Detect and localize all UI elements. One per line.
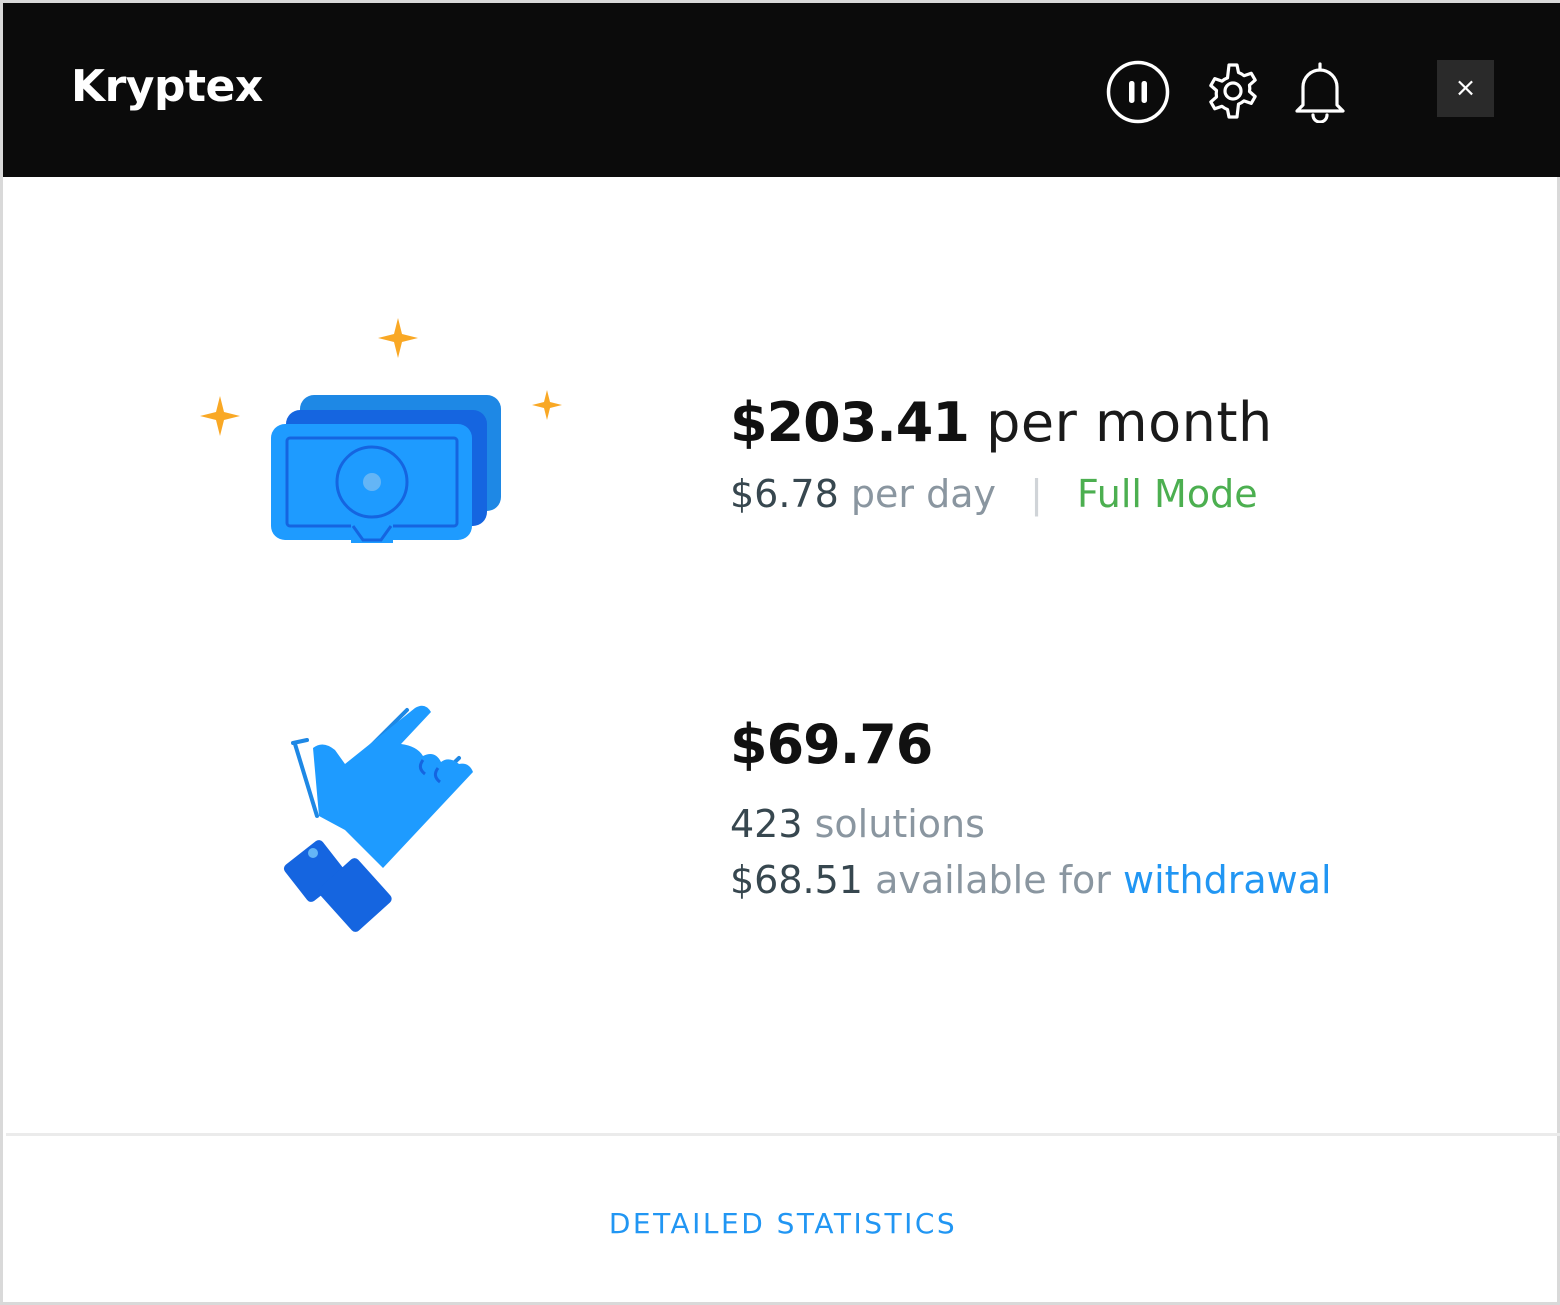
footer-divider	[6, 1133, 1560, 1136]
solutions-line: 423 solutions	[730, 802, 1332, 846]
daily-suffix: per day	[850, 472, 996, 516]
monthly-amount: $203.41	[730, 391, 970, 454]
title-bar: Kryptex ×	[3, 3, 1560, 177]
pause-circle-icon[interactable]	[1106, 60, 1170, 124]
withdrawal-link[interactable]: withdrawal	[1123, 858, 1332, 902]
hand-grab-icon	[283, 705, 473, 932]
available-label: available for	[875, 858, 1111, 902]
balance-summary: $69.76 423 solutions $68.51 available fo…	[730, 713, 1332, 902]
separator: |	[1030, 472, 1043, 516]
available-amount: $68.51	[730, 858, 863, 902]
money-stack-icon	[200, 318, 562, 543]
daily-amount: $6.78	[730, 472, 839, 516]
available-line: $68.51 available for withdrawal	[730, 858, 1332, 902]
solutions-label: solutions	[814, 802, 985, 846]
earnings-summary: $203.41 per month $6.78 per day | Full M…	[730, 391, 1273, 516]
mode-link[interactable]: Full Mode	[1077, 472, 1258, 516]
balance-amount-line: $69.76	[730, 713, 1332, 776]
solutions-count: 423	[730, 802, 803, 846]
daily-earnings: $6.78 per day | Full Mode	[730, 472, 1273, 516]
gear-icon[interactable]	[1203, 61, 1263, 121]
close-button[interactable]: ×	[1437, 60, 1494, 117]
detailed-statistics-link[interactable]: DETAILED STATISTICS	[3, 1207, 1560, 1240]
bell-icon[interactable]	[1291, 59, 1349, 123]
monthly-suffix: per month	[986, 391, 1273, 454]
monthly-earnings: $203.41 per month	[730, 391, 1273, 454]
balance-amount: $69.76	[730, 713, 933, 776]
app-window: Kryptex × $203.41 per month $6.78 per da…	[0, 0, 1560, 1305]
app-title: Kryptex	[71, 61, 263, 112]
